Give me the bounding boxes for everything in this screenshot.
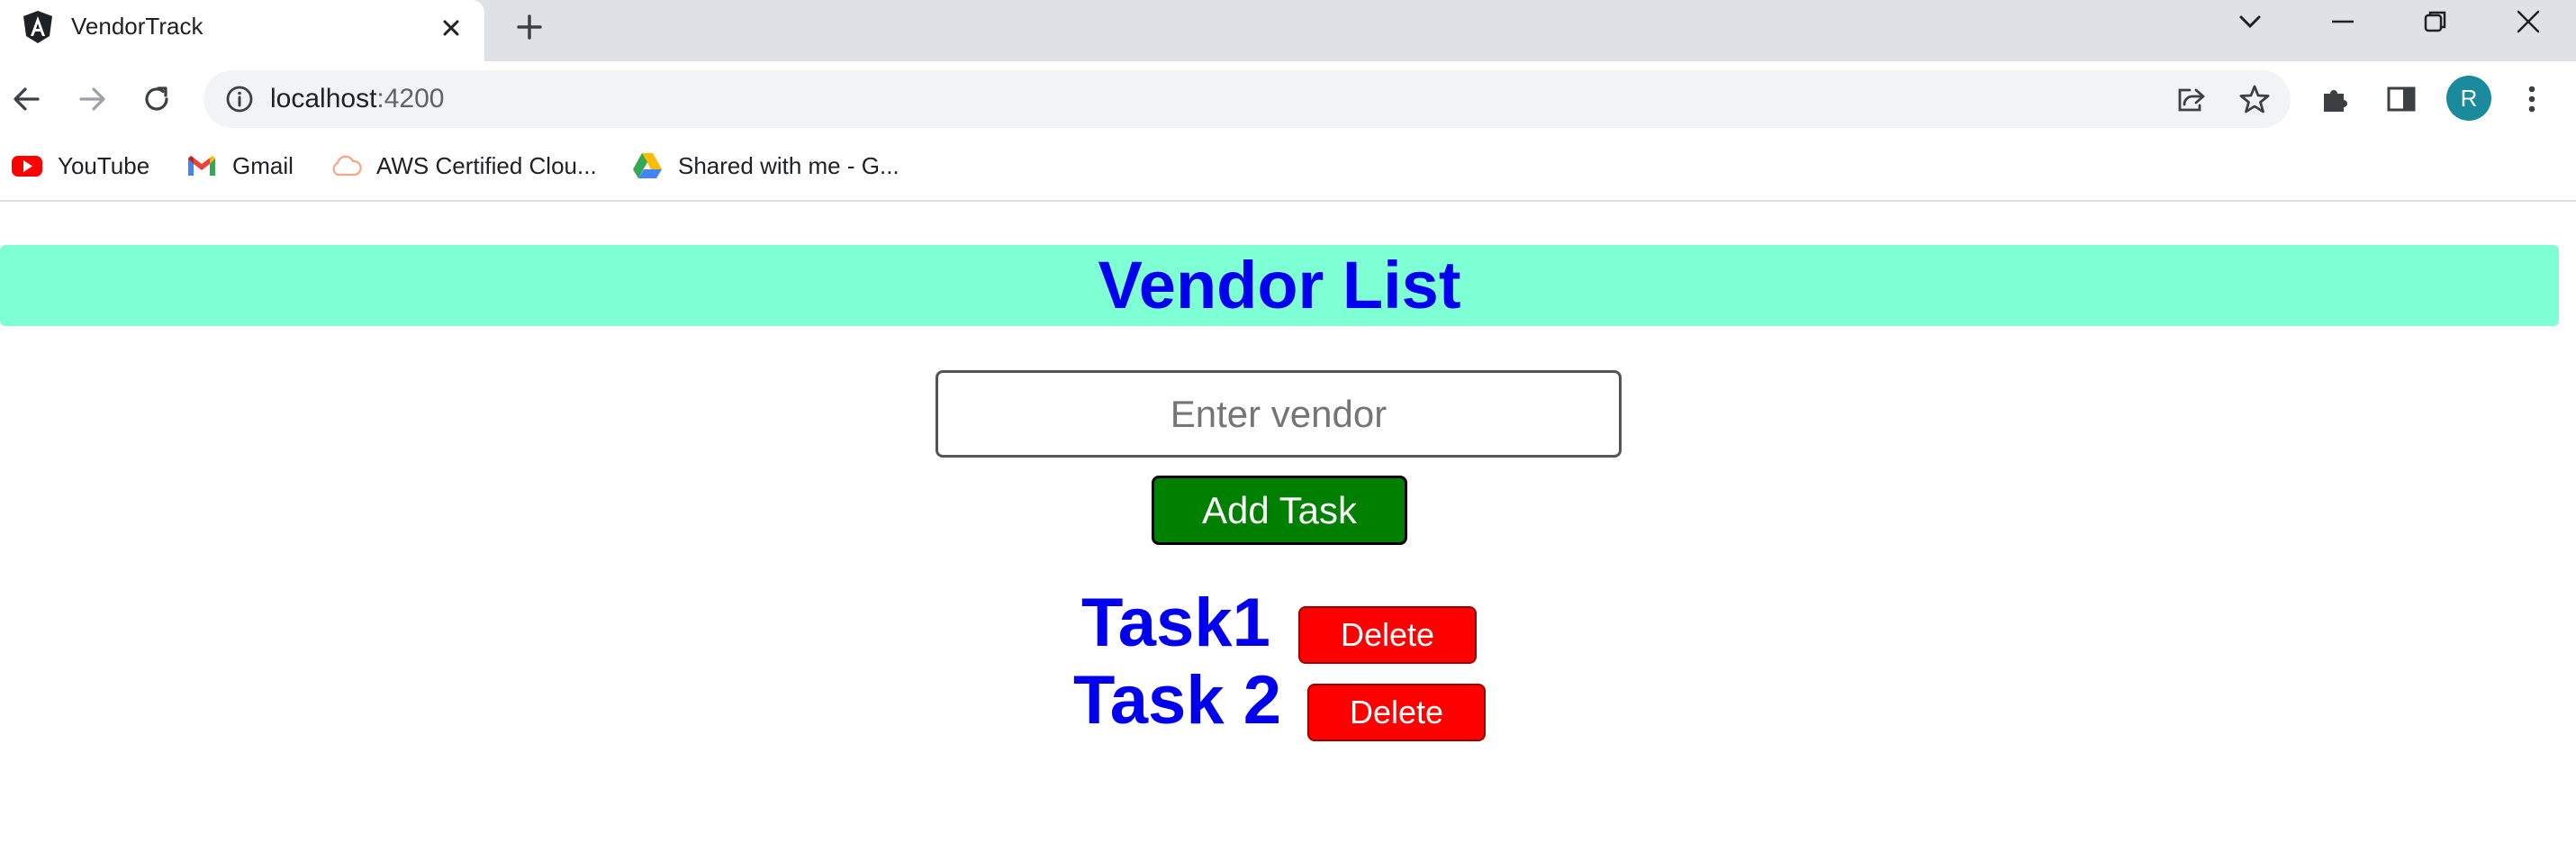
url-port: :4200 — [376, 84, 445, 113]
add-task-button[interactable]: Add Task — [1152, 476, 1407, 545]
tab-vendortrack[interactable]: VendorTrack — [0, 0, 484, 61]
bookmark-youtube[interactable]: YouTube — [11, 148, 149, 184]
close-window-icon[interactable] — [2510, 4, 2546, 40]
bookmark-label: YouTube — [58, 151, 150, 179]
bookmark-label: AWS Certified Clou... — [376, 151, 597, 179]
address-bar[interactable]: localhost:4200 — [203, 70, 2291, 128]
bookmark-label: Shared with me - G... — [678, 151, 899, 179]
minimize-icon[interactable] — [2325, 4, 2361, 40]
bookmark-aws[interactable]: AWS Certified Clou... — [330, 148, 597, 184]
url-host: localhost — [270, 84, 377, 113]
bookmarks-bar: YouTube Gmail AWS Certified Clou... Shar… — [0, 137, 2576, 202]
task-item-name: Task 2 — [1073, 662, 1281, 739]
tab-strip: VendorTrack — [0, 0, 2576, 61]
bookmark-label: Gmail — [232, 151, 294, 179]
angular-icon — [23, 11, 52, 43]
url-text[interactable]: localhost:4200 — [270, 83, 444, 115]
close-tab-icon[interactable] — [436, 13, 466, 43]
menu-kebab-icon[interactable] — [2512, 79, 2552, 119]
youtube-icon — [12, 156, 42, 177]
page-title: Vendor List — [1098, 248, 1461, 322]
site-info-icon[interactable] — [220, 79, 259, 119]
share-icon[interactable] — [2171, 79, 2210, 119]
delete-task-button[interactable]: Delete — [1298, 606, 1477, 664]
vendor-input[interactable] — [935, 370, 1622, 458]
task-item-name: Task1 — [1081, 585, 1270, 661]
delete-task-button[interactable]: Delete — [1307, 684, 1486, 741]
google-drive-icon — [633, 153, 662, 178]
bookmark-gmail[interactable]: Gmail — [185, 148, 294, 184]
bookmark-star-icon[interactable] — [2235, 79, 2274, 119]
reload-icon[interactable] — [137, 79, 176, 119]
cloud-icon — [332, 155, 362, 177]
bookmark-shared-with-me[interactable]: Shared with me - G... — [631, 148, 899, 184]
forward-arrow-icon[interactable] — [72, 79, 112, 119]
header-banner: Vendor List — [0, 245, 2559, 326]
tab-title: VendorTrack — [71, 13, 203, 40]
side-panel-icon[interactable] — [2382, 79, 2421, 119]
browser-toolbar: localhost:4200 R — [0, 61, 2576, 137]
restore-icon[interactable] — [2418, 4, 2454, 40]
profile-avatar[interactable]: R — [2446, 76, 2491, 121]
new-tab-icon[interactable] — [511, 9, 547, 45]
extensions-puzzle-icon[interactable] — [2316, 79, 2355, 119]
tab-search-chevron-icon[interactable] — [2232, 4, 2268, 40]
back-arrow-icon[interactable] — [7, 79, 47, 119]
gmail-icon — [188, 156, 215, 176]
